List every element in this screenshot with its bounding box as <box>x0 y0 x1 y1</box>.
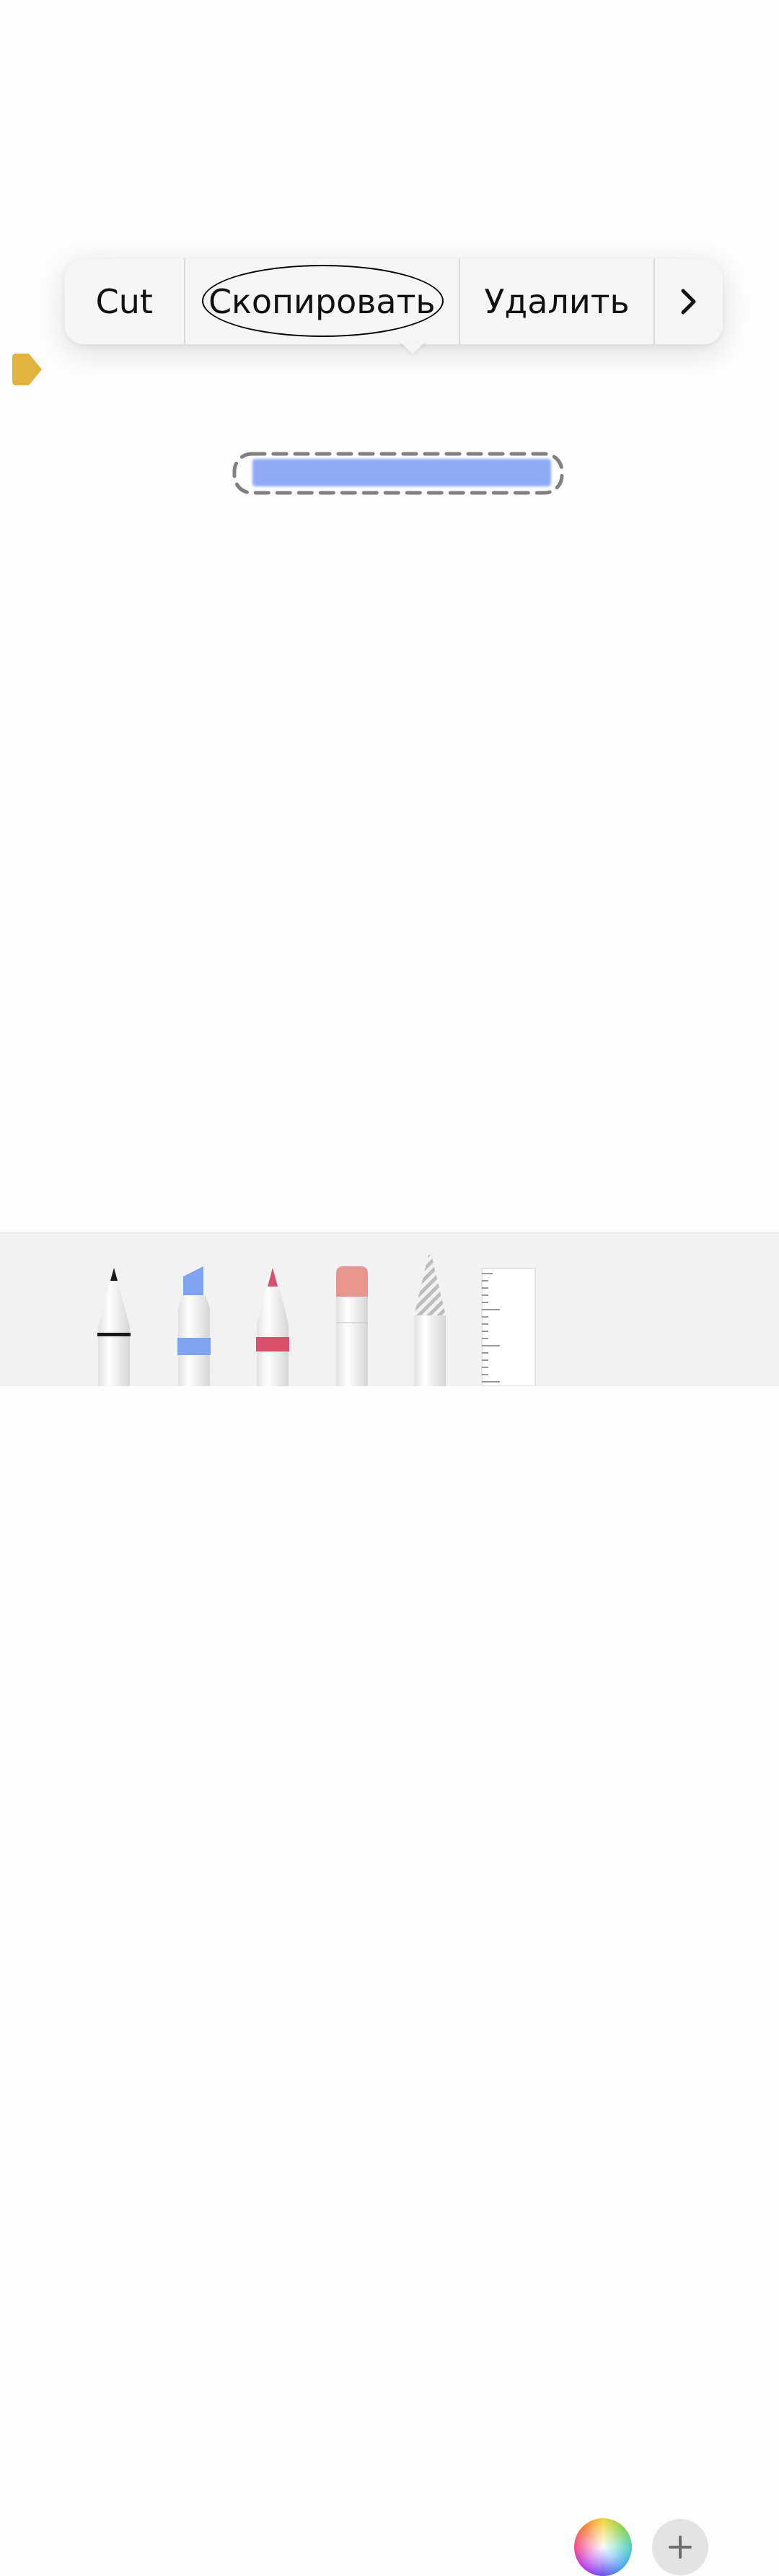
tool-palette <box>0 1232 779 2576</box>
copy-label: Скопировать <box>208 282 436 321</box>
chevron-right-icon <box>681 289 696 315</box>
lasso-icon[interactable] <box>411 1249 449 1386</box>
drawing-canvas[interactable]: Cut Скопировать Удалить <box>0 0 779 1232</box>
pen-icon[interactable] <box>95 1263 133 1386</box>
plus-icon <box>669 2536 692 2559</box>
ruler-icon[interactable] <box>481 1268 536 1386</box>
cut-label: Cut <box>95 282 153 321</box>
scroll-marker-icon[interactable] <box>12 353 43 386</box>
add-button[interactable] <box>652 2519 708 2575</box>
context-menu-pointer <box>398 342 427 361</box>
context-menu: Cut Скопировать Удалить <box>65 259 723 344</box>
cut-button[interactable]: Cut <box>65 259 184 344</box>
delete-button[interactable]: Удалить <box>460 259 653 344</box>
pencil-icon[interactable] <box>254 1263 291 1386</box>
eraser-icon[interactable] <box>333 1263 371 1386</box>
selection-outline <box>232 452 564 495</box>
delete-label: Удалить <box>484 282 630 321</box>
color-wheel-icon <box>574 2518 632 2576</box>
marker-icon[interactable] <box>175 1263 213 1386</box>
more-button[interactable] <box>655 259 723 344</box>
copy-button[interactable]: Скопировать <box>185 259 459 344</box>
